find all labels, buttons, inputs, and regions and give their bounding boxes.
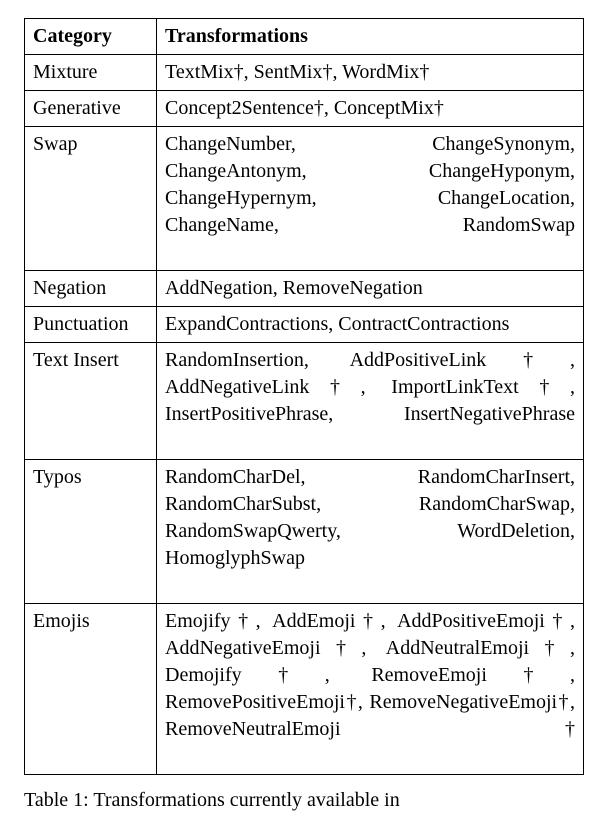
table-row: Swap ChangeNumber, ChangeSynonym, Change… (25, 127, 584, 271)
cell-category: Text Insert (25, 343, 157, 460)
cell-transformations: TextMix†, SentMix†, WordMix† (157, 55, 584, 91)
table-row: Mixture TextMix†, SentMix†, WordMix† (25, 55, 584, 91)
table-row: Punctuation ExpandContractions, Contract… (25, 307, 584, 343)
cell-transformations: Concept2Sentence†, ConceptMix† (157, 91, 584, 127)
cell-transformations: AddNegation, RemoveNegation (157, 271, 584, 307)
cell-category: Generative (25, 91, 157, 127)
cell-category: Mixture (25, 55, 157, 91)
table-row: Emojis Emojify†, AddEmoji†, AddPositiveE… (25, 604, 584, 775)
header-category: Category (25, 19, 157, 55)
caption-text: Table 1: Transformations currently avail… (24, 789, 400, 811)
table-row: Generative Concept2Sentence†, ConceptMix… (25, 91, 584, 127)
table-caption: Table 1: Transformations currently avail… (24, 789, 584, 812)
cell-transformations: ExpandContractions, ContractContractions (157, 307, 584, 343)
cell-category: Typos (25, 460, 157, 604)
cell-transformations: ChangeNumber, ChangeSynonym, ChangeAnton… (157, 127, 584, 271)
cell-transformations: RandomCharDel, RandomCharInsert, RandomC… (157, 460, 584, 604)
cell-transformations: RandomInsertion, AddPositiveLink†, AddNe… (157, 343, 584, 460)
page-container: Category Transformations Mixture TextMix… (0, 0, 608, 822)
transformations-table: Category Transformations Mixture TextMix… (24, 18, 584, 775)
table-header-row: Category Transformations (25, 19, 584, 55)
cell-category: Swap (25, 127, 157, 271)
cell-category: Negation (25, 271, 157, 307)
cell-category: Emojis (25, 604, 157, 775)
table-row: Negation AddNegation, RemoveNegation (25, 271, 584, 307)
cell-category: Punctuation (25, 307, 157, 343)
table-row: Typos RandomCharDel, RandomCharInsert, R… (25, 460, 584, 604)
cell-transformations: Emojify†, AddEmoji†, AddPositiveEmoji†, … (157, 604, 584, 775)
header-transformations: Transformations (157, 19, 584, 55)
table-row: Text Insert RandomInsertion, AddPositive… (25, 343, 584, 460)
